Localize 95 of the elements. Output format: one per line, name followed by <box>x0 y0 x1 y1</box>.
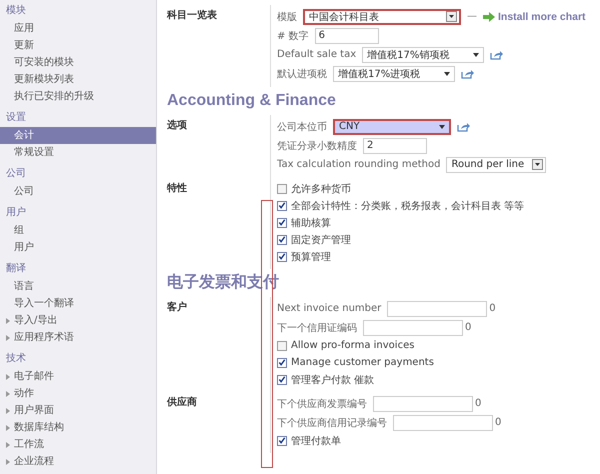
checkbox[interactable] <box>277 374 287 384</box>
field-label: 公司本位币 <box>277 120 327 134</box>
expand-arrow-icon <box>6 424 10 430</box>
expand-arrow-icon <box>6 390 10 396</box>
sidebar-heading: 模块 <box>5 4 27 18</box>
checkbox[interactable] <box>277 218 287 228</box>
checkbox[interactable] <box>277 200 287 210</box>
checkbox-label: 允许多种货币 <box>291 182 351 196</box>
input-field[interactable] <box>363 320 463 336</box>
checkbox[interactable] <box>277 358 287 368</box>
sidebar-item[interactable]: 应用程序术语 <box>0 329 156 346</box>
group-label: 科目一览表 <box>167 10 217 21</box>
external-link-icon[interactable] <box>490 50 504 60</box>
field-label: 凭证分录小数精度 <box>277 140 357 152</box>
group-label: 特性 <box>167 183 187 194</box>
checkbox-label: 辅助核算 <box>291 216 331 230</box>
sidebar-item[interactable]: 组 <box>0 222 156 239</box>
external-link-icon[interactable] <box>457 122 470 132</box>
sidebar-item[interactable]: 用户界面 <box>0 402 156 419</box>
expand-arrow-icon <box>6 458 10 464</box>
select-field[interactable]: 增值税17%进项税 <box>333 66 455 82</box>
input-field[interactable]: 2 <box>363 138 427 154</box>
sidebar-item[interactable]: 电子邮件 <box>0 368 156 385</box>
group-label: 供应商 <box>167 397 197 408</box>
expand-arrow-icon <box>6 334 10 340</box>
field-label: Tax calculation rounding method <box>277 159 440 170</box>
expand-arrow-icon <box>6 374 10 380</box>
sidebar-item[interactable]: 动作 <box>0 385 156 402</box>
sidebar-item[interactable]: 导入/导出 <box>0 312 156 329</box>
select-field[interactable]: CNY <box>333 118 451 134</box>
dropdown-icon <box>444 72 450 76</box>
sidebar-heading: 翻译 <box>5 262 27 276</box>
input-field[interactable] <box>393 414 493 430</box>
field-label: 下个供应商信用记录编号 <box>277 416 387 430</box>
input-field[interactable] <box>373 396 473 412</box>
checkbox[interactable] <box>277 436 287 446</box>
counter-text: 0 <box>465 322 472 333</box>
select-field[interactable]: 中国会计科目表 <box>303 8 461 24</box>
sidebar-item[interactable]: 用户 <box>0 239 156 256</box>
input-field[interactable]: 6 <box>314 28 379 44</box>
counter-text: 0 <box>489 303 496 314</box>
field-label: Next invoice number <box>277 303 382 314</box>
checkbox-label: 固定资产管理 <box>291 234 351 246</box>
expand-arrow-icon <box>6 442 10 448</box>
external-link-icon[interactable] <box>461 68 474 78</box>
sidebar-item[interactable]: 导入一个翻译 <box>0 295 156 312</box>
group-label: 客户 <box>167 302 187 313</box>
sidebar-item[interactable]: 语言 <box>0 278 156 295</box>
sidebar-item[interactable]: 常规设置 <box>0 144 156 161</box>
group-label: 选项 <box>167 120 187 131</box>
field-label: 下一个信用证编码 <box>277 322 357 334</box>
field-label: # 数字 <box>277 30 309 42</box>
dropdown-icon <box>446 11 457 22</box>
expand-arrow-icon <box>6 408 10 414</box>
sidebar-item[interactable]: 工作流 <box>0 436 156 453</box>
arrow-icon <box>483 12 495 22</box>
expand-arrow-icon <box>6 318 10 324</box>
sidebar-item[interactable]: 更新 <box>0 37 156 54</box>
input-field[interactable] <box>387 300 488 316</box>
dropdown-icon <box>473 52 480 56</box>
checkbox-label: 全部会计特性：分类账，税务报表，会计科目表 等等 <box>291 200 524 212</box>
checkbox[interactable] <box>277 340 287 350</box>
field-label: 下个供应商发票编号 <box>277 398 367 410</box>
sidebar-item[interactable]: 更新模块列表 <box>0 71 156 88</box>
sidebar-item[interactable]: 会计 <box>0 127 156 144</box>
install-link[interactable]: Install more chart <box>483 10 586 22</box>
sidebar-item[interactable]: 执行已安排的升级 <box>0 88 156 105</box>
checkbox-label: 预算管理 <box>291 250 331 264</box>
sidebar-item[interactable]: 应用 <box>0 20 156 37</box>
sidebar-heading: 用户 <box>5 206 27 220</box>
sidebar-item[interactable]: 可安装的模块 <box>0 54 156 71</box>
checkbox[interactable] <box>277 184 287 194</box>
sidebar-heading: 设置 <box>5 110 27 125</box>
checkbox-label: 管理付款单 <box>291 434 341 448</box>
section-heading: Accounting & Finance <box>167 91 337 111</box>
counter-text: 0 <box>495 417 502 428</box>
sidebar-item[interactable]: 企业流程 <box>0 453 156 470</box>
checkbox[interactable] <box>277 252 287 262</box>
checkbox-label: 管理客户付款 催款 <box>291 374 374 386</box>
counter-text: 0 <box>475 398 482 409</box>
dropdown-icon <box>439 124 445 128</box>
checkbox-label: Manage customer payments <box>291 357 434 368</box>
sidebar-heading: 公司 <box>5 167 27 181</box>
field-label: 模版 <box>277 10 297 24</box>
select-field[interactable]: Round per line <box>446 156 546 172</box>
select-field[interactable]: 增值税17%销项税 <box>362 46 484 62</box>
sidebar-item[interactable]: 数据库结构 <box>0 419 156 436</box>
checkbox[interactable] <box>277 234 287 244</box>
separator-dash: — <box>467 11 477 22</box>
dropdown-icon <box>532 159 544 170</box>
field-label: Default sale tax <box>277 49 356 60</box>
field-label: 默认进项税 <box>277 68 327 80</box>
sidebar-item[interactable]: 公司 <box>0 183 156 200</box>
checkbox-label: Allow pro-forma invoices <box>291 340 414 351</box>
sidebar-heading: 技术 <box>5 352 27 366</box>
